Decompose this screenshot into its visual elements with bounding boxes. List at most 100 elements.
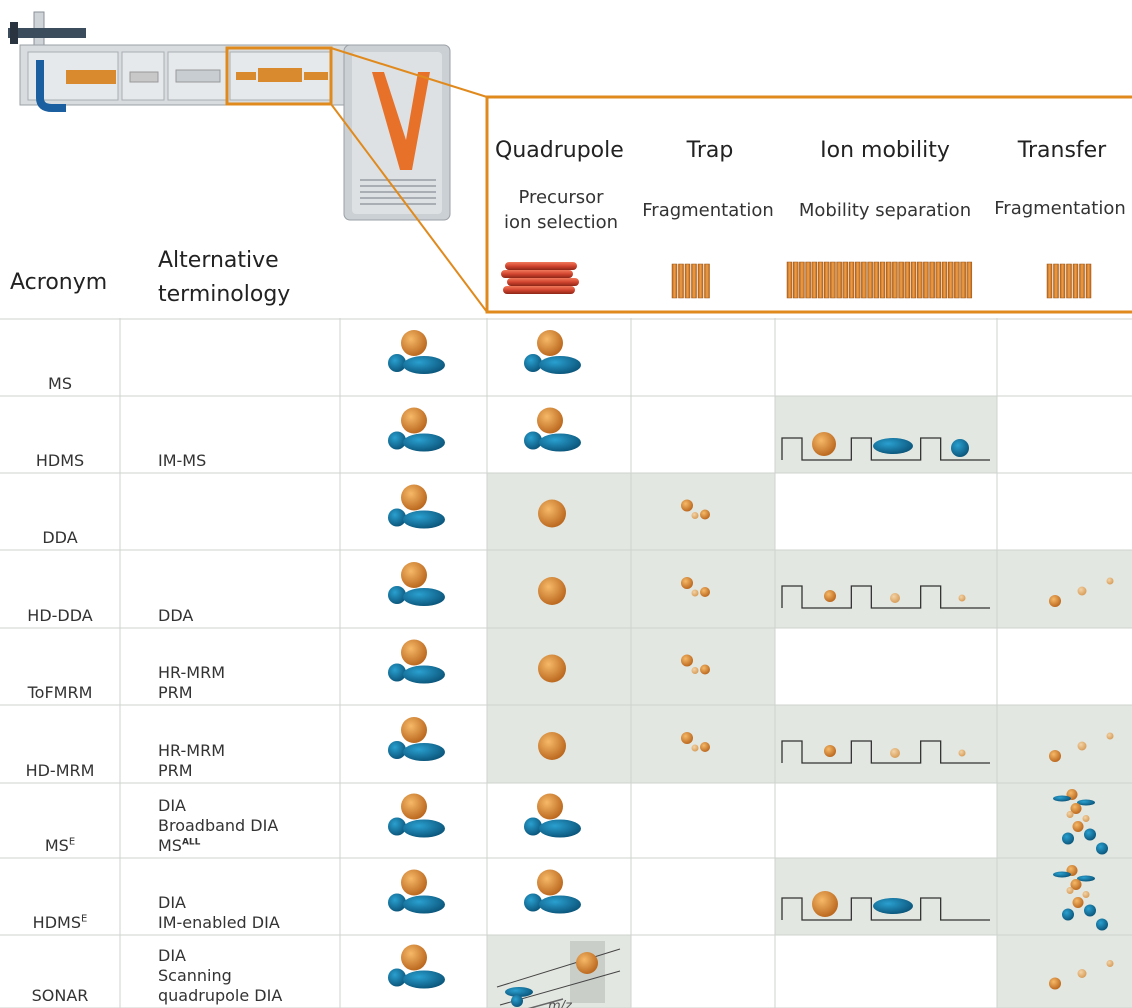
elongated-ion-icon [539, 433, 581, 452]
stack-plate [1053, 263, 1059, 299]
precursor-ion-icon [537, 869, 563, 896]
precursor-ion-icon [401, 639, 427, 666]
acronym-header: Acronym [10, 270, 108, 295]
elongated-ion-icon [539, 819, 581, 838]
stack-plate [684, 263, 691, 299]
elongated-ion-icon [873, 438, 913, 454]
shaded-cell [997, 935, 1132, 1008]
elongated-ion-icon [539, 895, 581, 914]
blue-ion-icon [524, 431, 542, 450]
fragment-ion-icon [958, 594, 966, 602]
stage-icons [501, 261, 1092, 299]
stack-plate [867, 261, 873, 299]
stack-plate [823, 261, 830, 299]
elongated-ion-icon [403, 819, 445, 838]
fragment-ion-icon [1066, 811, 1074, 818]
precursor-ion-icon [681, 654, 693, 667]
precursor-ion-icon [681, 732, 693, 744]
fragment-ion-icon [890, 593, 900, 603]
fragment-ion-icon [691, 512, 699, 519]
elongated-ion-icon [403, 743, 445, 761]
precursor-ion-icon [401, 330, 427, 356]
stage-title-quadrupole: Quadrupole [495, 138, 624, 163]
precursor-ion-icon [681, 499, 693, 512]
stack-plate [947, 261, 954, 299]
shaded-cell [775, 858, 997, 935]
fragment-ion-icon [1077, 969, 1087, 978]
fragment-ion-icon [1106, 577, 1114, 585]
stack-plate [704, 263, 710, 299]
precursor-ion-icon [401, 562, 427, 588]
stage-subtitle-trap: Fragmentation [642, 200, 774, 221]
precursor-ion-icon [538, 577, 566, 605]
fragment-ion-icon [1077, 586, 1087, 596]
blue-ion-icon [388, 354, 406, 372]
stack-plate [898, 261, 904, 299]
stack-plate [842, 261, 849, 299]
fragment-ion-icon [1066, 887, 1074, 894]
shaded-cell [997, 858, 1132, 935]
shaded-cell [997, 550, 1132, 628]
fragment-ion-icon [691, 667, 699, 674]
precursor-ion-icon [1049, 595, 1061, 607]
stack-plate [904, 261, 911, 299]
stack-plate [910, 261, 917, 299]
stack-plate [786, 261, 793, 299]
stack-plate [691, 263, 697, 299]
precursor-ion-icon [401, 717, 427, 743]
stage-subtitle-quadrupole-line2: ion selection [503, 212, 619, 233]
precursor-ion-icon [401, 793, 427, 820]
stack-plate [1085, 263, 1092, 299]
stack-plate [929, 261, 935, 299]
stack-plate [966, 261, 973, 299]
fragment-ion-icon [1082, 891, 1090, 898]
stack-plate [892, 261, 898, 299]
blue-ion-icon [511, 995, 523, 1007]
precursor-ion-icon [538, 499, 566, 528]
quadrupole-rods-icon [501, 262, 579, 294]
precursor-ion-icon [538, 732, 566, 760]
stack-plate [836, 261, 842, 299]
fragment-ion-icon [958, 749, 966, 757]
precursor-ion-icon [700, 664, 710, 675]
stack-plate [854, 261, 861, 299]
stage-title-ion-mobility: Ion mobility [820, 138, 950, 163]
trap-stack-icon [671, 263, 710, 299]
precursor-ion-icon [401, 869, 427, 896]
blue-ion-icon [951, 439, 969, 457]
stack-plate [873, 261, 880, 299]
stack-plate [697, 263, 704, 299]
blue-ion-icon [388, 741, 406, 759]
shaded-cell [997, 705, 1132, 783]
blue-ion-icon [1096, 918, 1108, 931]
mode-table: m/z [0, 318, 1132, 1008]
precursor-ion-icon [537, 330, 563, 356]
precursor-ion-icon [401, 944, 427, 971]
stack-plate [817, 261, 824, 299]
alt-terminology-header-line1: Alternative [158, 248, 279, 273]
fragment-ion-icon [691, 744, 699, 752]
stack-plate [923, 261, 929, 299]
elongated-ion-icon [1053, 795, 1071, 802]
stack-plate [1072, 263, 1079, 299]
stack-plate [1046, 263, 1053, 299]
stack-plate [848, 261, 855, 299]
shaded-cell [775, 550, 997, 628]
stack-plate [941, 261, 948, 299]
precursor-ion-icon [1072, 897, 1084, 908]
shaded-cell [775, 705, 997, 783]
mz-axis-label: m/z [548, 999, 573, 1008]
stage-title-transfer: Transfer [1017, 138, 1107, 163]
fragment-ion-icon [1106, 960, 1114, 967]
elongated-ion-icon [403, 510, 445, 529]
precursor-ion-icon [401, 484, 427, 511]
stage-subtitle-ion-mobility: Mobility separation [798, 200, 972, 221]
stack-plate [792, 261, 799, 299]
precursor-ion-icon [700, 509, 710, 520]
stack-plate [960, 261, 966, 299]
precursor-ion-icon [812, 891, 838, 917]
stack-plate [678, 263, 684, 299]
fragment-ion-icon [691, 589, 699, 597]
stack-plate [1059, 263, 1066, 299]
precursor-ion-icon [1072, 821, 1084, 832]
